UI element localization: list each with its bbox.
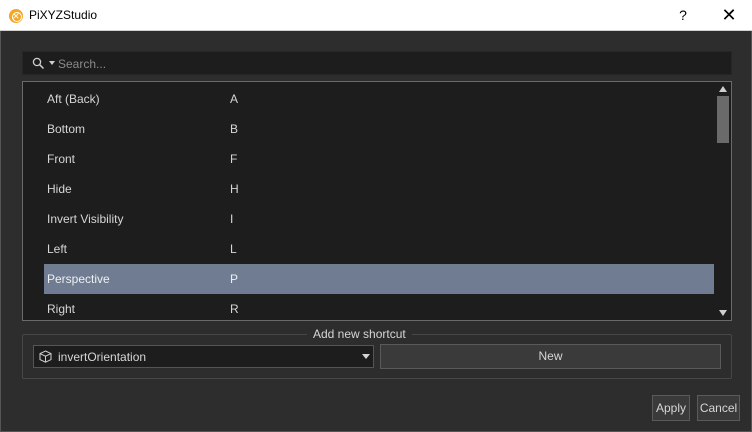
chevron-down-icon[interactable] [49, 61, 55, 65]
shortcut-row[interactable]: Invert Visibility I [44, 204, 714, 234]
new-shortcut-button[interactable]: New [380, 344, 721, 369]
shortcut-row[interactable]: Left L [44, 234, 714, 264]
shortcut-name: Aft (Back) [47, 92, 100, 106]
shortcut-key: F [230, 152, 238, 166]
search-bar [22, 51, 732, 75]
shortcut-row[interactable]: Bottom B [44, 114, 714, 144]
chevron-down-icon[interactable] [362, 354, 370, 359]
cancel-button[interactable]: Cancel [697, 395, 740, 421]
scroll-up-arrow-icon[interactable] [719, 86, 727, 92]
shortcut-key: R [230, 302, 239, 316]
shortcut-name: Bottom [47, 122, 86, 136]
window-title: PiXYZStudio [29, 8, 98, 22]
apply-button[interactable]: Apply [652, 395, 690, 421]
command-combobox-value: invertOrientation [58, 350, 147, 364]
shortcut-row[interactable]: Aft (Back) A [44, 84, 714, 114]
command-combobox[interactable]: invertOrientation [33, 345, 374, 368]
add-shortcut-group-title: Add new shortcut [307, 327, 412, 341]
scrollbar-thumb[interactable] [717, 96, 729, 143]
shortcut-name: Invert Visibility [47, 212, 124, 226]
shortcut-name: Right [47, 302, 76, 316]
shortcut-key: I [230, 212, 234, 226]
pixyz-app-icon [9, 7, 23, 25]
shortcut-name: Left [47, 242, 68, 256]
cube-icon [39, 350, 52, 363]
shortcut-name: Perspective [47, 272, 110, 286]
shortcut-name: Hide [47, 182, 72, 196]
help-button[interactable]: ? [660, 0, 706, 31]
shortcut-row[interactable]: Perspective P [44, 264, 714, 294]
shortcut-key: H [230, 182, 239, 196]
close-button[interactable]: ✕ [706, 0, 752, 31]
shortcut-row[interactable]: Front F [44, 144, 714, 174]
shortcut-name: Front [47, 152, 76, 166]
vertical-scrollbar[interactable] [716, 82, 731, 320]
shortcut-key: A [230, 92, 239, 106]
search-icon[interactable] [32, 57, 45, 70]
shortcut-key: P [230, 272, 239, 286]
search-input[interactable] [58, 55, 718, 72]
shortcut-row[interactable]: Right R [44, 294, 714, 320]
shortcut-key: L [230, 242, 237, 256]
shortcut-list: Aft (Back) A Bottom B Front F Hide H Invert Visi… [22, 81, 732, 321]
shortcut-row[interactable]: Hide H [44, 174, 714, 204]
shortcut-key: B [230, 122, 239, 136]
title-bar: PiXYZStudio ? ✕ [0, 0, 752, 31]
scroll-down-arrow-icon[interactable] [719, 310, 727, 316]
shortcut-dialog: Aft (Back) A Bottom B Front F Hide H Invert Visi… [0, 31, 752, 432]
